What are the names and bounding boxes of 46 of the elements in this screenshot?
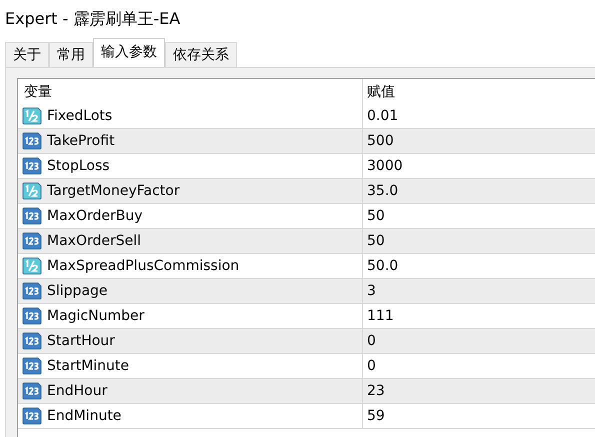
number-icon xyxy=(22,157,42,175)
number-icon xyxy=(22,332,42,350)
tab[interactable]: 关于 xyxy=(5,42,49,67)
parameter-name: TargetMoneyFactor xyxy=(47,183,180,199)
parameter-value[interactable]: 0 xyxy=(363,329,595,353)
window-title: Expert - 霹雳刷单王-EA xyxy=(5,8,180,30)
number-icon xyxy=(22,232,42,250)
parameter-value[interactable]: 0 xyxy=(363,354,595,378)
parameter-value[interactable]: 111 xyxy=(363,304,595,328)
parameter-value[interactable]: 59 xyxy=(363,404,595,428)
parameter-name: MaxOrderBuy xyxy=(47,208,142,224)
parameter-name: TakeProfit xyxy=(47,133,115,149)
number-icon xyxy=(22,132,42,150)
number-icon xyxy=(22,307,42,325)
parameter-value[interactable]: 50.0 xyxy=(363,254,595,278)
parameter-value[interactable]: 0.01 xyxy=(363,104,595,128)
tab[interactable]: 输入参数 xyxy=(93,38,165,67)
number-icon xyxy=(22,357,42,375)
fraction-icon xyxy=(22,107,42,125)
parameter-value[interactable]: 3000 xyxy=(363,154,595,178)
fraction-icon xyxy=(22,257,42,275)
fraction-icon xyxy=(22,182,42,200)
parameter-value[interactable]: 50 xyxy=(363,229,595,253)
parameter-value[interactable]: 23 xyxy=(363,379,595,403)
parameter-name: Slippage xyxy=(47,283,108,299)
parameter-name: FixedLots xyxy=(47,108,112,124)
tab[interactable]: 常用 xyxy=(49,42,93,67)
column-header: 变量 xyxy=(18,79,363,104)
parameter-name: StopLoss xyxy=(47,158,110,174)
parameter-value[interactable]: 3 xyxy=(363,279,595,303)
parameter-value[interactable]: 500 xyxy=(363,129,595,153)
parameter-name: EndMinute xyxy=(47,408,122,424)
column-header: 赋值 xyxy=(366,82,396,102)
parameter-value[interactable]: 50 xyxy=(363,204,595,228)
tab[interactable]: 依存关系 xyxy=(165,42,237,67)
parameter-name: MagicNumber xyxy=(47,308,144,324)
number-icon xyxy=(22,407,42,425)
parameter-name: EndHour xyxy=(47,383,108,399)
number-icon xyxy=(22,382,42,400)
parameter-name: StartMinute xyxy=(47,358,130,374)
parameter-name: MaxSpreadPlusCommission xyxy=(47,258,240,274)
number-icon xyxy=(22,207,42,225)
number-icon xyxy=(22,282,42,300)
parameter-name: StartHour xyxy=(47,333,115,349)
parameter-value[interactable]: 35.0 xyxy=(363,179,595,203)
parameter-name: MaxOrderSell xyxy=(47,233,142,249)
